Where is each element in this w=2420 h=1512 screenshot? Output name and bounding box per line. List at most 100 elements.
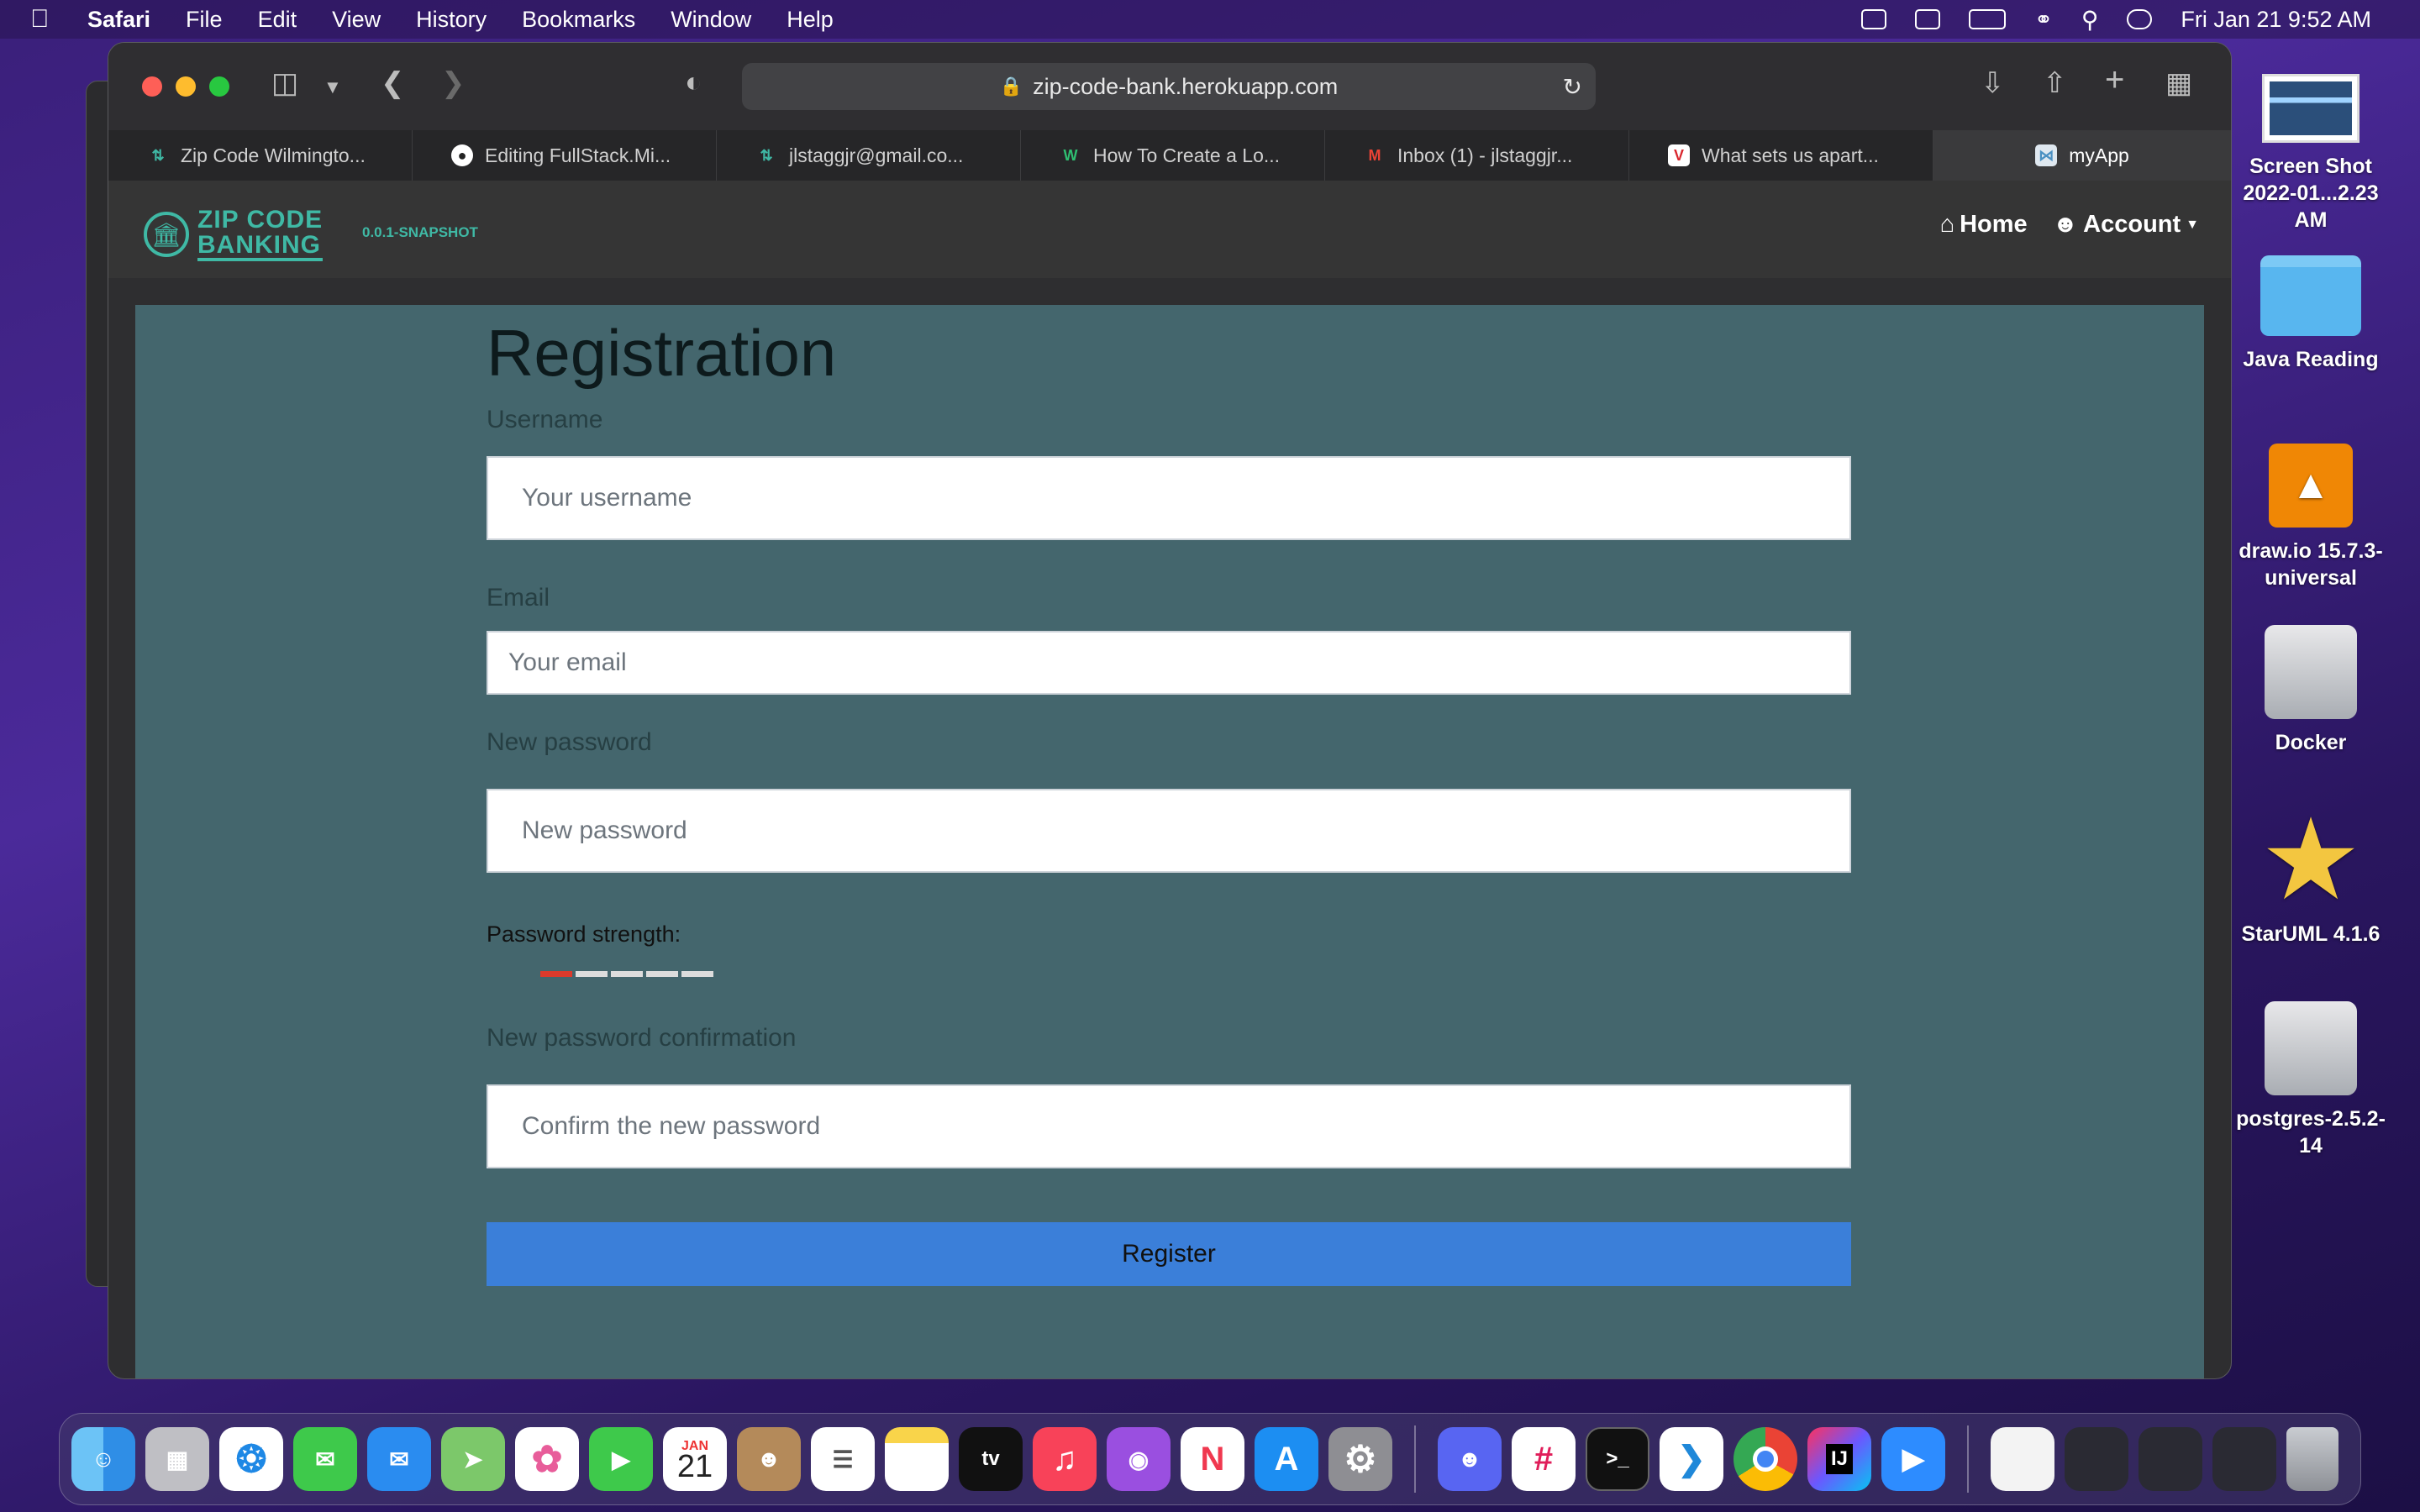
documents-stack-icon[interactable] [1991,1427,2054,1491]
menu-edit[interactable]: Edit [258,7,297,33]
zip-code-banking-logo[interactable]: 🏛 ZIP CODE BANKING [144,206,324,261]
minimize-window-button[interactable] [176,76,196,97]
user-icon: ☻ [2052,211,2079,238]
tab-label: Editing FullStack.Mi... [485,144,671,166]
url-text: zip-code-bank.herokuapp.com [1033,73,1339,99]
desktop-item-staruml[interactable]: ★ StarUML 4.1.6 [2227,810,2395,948]
username-label: Username [487,406,603,433]
downloads-icon[interactable]: ⇩ [1981,66,2005,100]
spotlight-search-icon[interactable]: ⚲ [2081,6,2099,34]
desktop-item-label: StarUML 4.1.6 [2241,922,2381,946]
slack-icon[interactable]: # [1512,1427,1576,1491]
app-store-icon[interactable]: A [1255,1427,1318,1491]
dock-separator [1414,1425,1416,1493]
desktop-item-screenshot[interactable]: Screen Shot 2022-01...2.23 AM [2227,74,2395,234]
menu-help[interactable]: Help [786,7,834,33]
menu-file[interactable]: File [186,7,223,33]
forward-arrow-icon[interactable]: ❯ [441,66,466,100]
finder-icon[interactable]: ☺ [71,1427,135,1491]
back-arrow-icon[interactable]: ❮ [381,66,405,100]
wifi-icon[interactable]: ⚭ [2034,7,2053,33]
system-preferences-icon[interactable]: ⚙ [1328,1427,1392,1491]
tab-overview-icon[interactable]: ▦ [2165,66,2192,100]
news-icon[interactable]: N [1181,1427,1244,1491]
password-confirmation-input[interactable] [487,1084,1851,1168]
tab-myapp[interactable]: ⋈ myApp [1933,130,2231,181]
contacts-icon[interactable]: ☻ [737,1427,801,1491]
apple-icon[interactable]:  [30,5,64,34]
launchpad-icon[interactable]: ▦ [145,1427,209,1491]
notes-icon[interactable] [885,1427,949,1491]
tab-email[interactable]: ⇅ jlstaggjr@gmail.co... [717,130,1021,181]
trash-icon[interactable] [2286,1427,2338,1491]
tab-gmail-inbox[interactable]: M Inbox (1) - jlstaggjr... [1325,130,1629,181]
recent-window-thumbnail[interactable] [2212,1427,2276,1491]
desktop-item-label: draw.io 15.7.3-universal [2238,539,2383,590]
email-input[interactable] [487,631,1851,695]
password-confirmation-label: New password confirmation [487,1024,797,1052]
control-center-icon[interactable] [2127,9,2153,29]
photos-icon[interactable]: ✿ [515,1427,579,1491]
sidebar-toggle-icon[interactable]: ◫ [271,66,298,100]
zoom-icon[interactable]: ▶ [1881,1427,1945,1491]
drawio-icon: ▲ [2269,444,2353,528]
zoom-status-icon[interactable] [1861,9,1887,29]
podcasts-icon[interactable]: ◉ [1107,1427,1171,1491]
reminders-icon[interactable]: ☰ [811,1427,875,1491]
recent-window-thumbnail[interactable] [2065,1427,2128,1491]
register-button[interactable]: Register [487,1222,1851,1286]
terminal-icon[interactable]: >_ [1586,1427,1649,1491]
new-password-label: New password [487,728,652,756]
address-bar[interactable]: 🔒 zip-code-bank.herokuapp.com ↻ [742,63,1596,110]
tv-icon[interactable]: tv [959,1427,1023,1491]
menu-app-name[interactable]: Safari [87,7,150,33]
desktop-item-drawio[interactable]: ▲ draw.io 15.7.3-universal [2227,444,2395,591]
discord-icon[interactable]: ☻ [1438,1427,1502,1491]
messages-icon[interactable]: ✉ [293,1427,357,1491]
facetime-icon[interactable]: ▶ [589,1427,653,1491]
music-icon[interactable]: ♫ [1033,1427,1097,1491]
desktop-item-postgres[interactable]: postgres-2.5.2-14 [2227,1001,2395,1159]
menu-bookmarks[interactable]: Bookmarks [522,7,635,33]
myapp-favicon-icon: ⋈ [2035,144,2058,166]
maps-icon[interactable]: ➤ [441,1427,505,1491]
input-source-icon[interactable] [1915,9,1941,29]
close-window-button[interactable] [142,76,162,97]
github-favicon-icon: ● [451,144,473,166]
new-password-input[interactable] [487,789,1851,873]
desktop-item-java-reading[interactable]: Java Reading [2227,255,2395,373]
new-tab-icon[interactable]: + [2105,61,2124,99]
tab-what-sets-us-apart[interactable]: V What sets us apart... [1629,130,1933,181]
nav-home-link[interactable]: ⌂ Home [1940,211,2028,239]
browser-toolbar: ◫ ▼ ❮ ❯ ◐ 🔒 zip-code-bank.herokuapp.com … [108,43,2231,130]
username-input[interactable] [487,456,1851,540]
password-strength-label: Password strength: [487,921,681,947]
reload-icon[interactable]: ↻ [1563,73,1582,101]
chevron-down-icon[interactable]: ▼ [324,76,342,98]
menu-view[interactable]: View [332,7,381,33]
fullscreen-window-button[interactable] [209,76,229,97]
share-icon[interactable]: ⇧ [2043,66,2067,100]
tab-zipcode-wilmington[interactable]: ⇅ Zip Code Wilmingto... [108,130,413,181]
recent-window-thumbnail[interactable] [2139,1427,2202,1491]
safari-icon[interactable]: ❂ [219,1427,283,1491]
tab-how-to-create[interactable]: W How To Create a Lo... [1021,130,1325,181]
clock[interactable]: Fri Jan 21 9:52 AM [2181,7,2371,33]
tab-github-editing[interactable]: ● Editing FullStack.Mi... [413,130,717,181]
page-title: Registration [487,316,837,390]
chrome-icon[interactable] [1733,1427,1797,1491]
tab-label: Inbox (1) - jlstaggjr... [1397,144,1573,166]
vscode-icon[interactable]: ❯ [1660,1427,1723,1491]
intellij-icon[interactable]: IJ [1807,1427,1871,1491]
desktop-item-docker[interactable]: Docker [2227,625,2395,756]
battery-icon[interactable] [1969,9,2007,29]
logo-line-2: BANKING [197,231,321,259]
calendar-icon[interactable]: JAN 21 [663,1427,727,1491]
privacy-shield-icon[interactable]: ◐ [685,66,702,99]
nav-account-dropdown[interactable]: ☻ Account ▼ [2053,211,2199,239]
menu-window[interactable]: Window [671,7,751,33]
menu-history[interactable]: History [416,7,487,33]
strength-segment [611,971,643,977]
logo-line-1: ZIP CODE [197,206,324,234]
mail-icon[interactable]: ✉ [367,1427,431,1491]
